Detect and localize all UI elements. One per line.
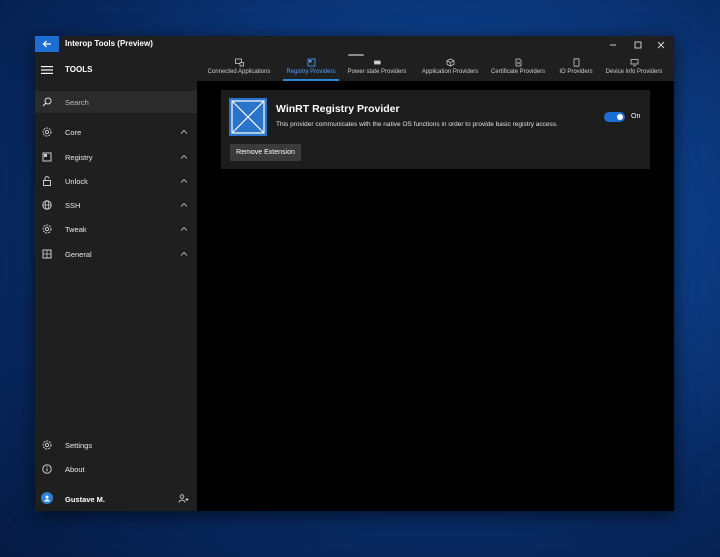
back-button[interactable] (35, 36, 59, 52)
tab-device-info-providers[interactable]: Device info Providers (605, 58, 663, 80)
chevron-up-icon[interactable] (179, 127, 189, 137)
sidebar-item-label: Core (65, 128, 82, 137)
title-bar: Interop Tools (Preview) (35, 36, 197, 52)
sidebar-item-label: General (65, 250, 92, 259)
tab-label: Registry Providers (286, 69, 336, 75)
connected-apps-icon (234, 58, 244, 67)
search-label: Search (65, 98, 89, 107)
minimize-icon[interactable] (607, 40, 619, 50)
tab-certificate-providers[interactable]: Certificate Providers (489, 58, 547, 80)
tab-label: Connected Applications (207, 69, 271, 75)
tab-label: Device info Providers (605, 69, 663, 75)
user-account[interactable]: Gustave M. (35, 488, 197, 510)
chevron-up-icon[interactable] (179, 224, 189, 234)
gear-icon (42, 440, 52, 450)
user-avatar-icon (44, 495, 50, 502)
sidebar-item-label: Registry (65, 153, 93, 162)
app-title: Interop Tools (Preview) (65, 39, 153, 48)
placeholder-image-icon (231, 100, 265, 134)
sidebar-item-unlock[interactable]: Unlock (35, 170, 197, 192)
tab-bar: Connected Applications Registry Provider… (197, 36, 674, 81)
provider-toggle[interactable] (604, 112, 625, 122)
tab-label: Certificate Providers (490, 69, 546, 75)
battery-icon (373, 60, 381, 65)
chevron-up-icon[interactable] (179, 200, 189, 210)
main-content: Connected Applications Registry Provider… (197, 36, 674, 511)
search-box[interactable]: Search (35, 91, 197, 113)
provider-title: WinRT Registry Provider (276, 103, 400, 115)
chevron-up-icon[interactable] (179, 176, 189, 186)
tab-power-state-providers[interactable]: Power state Providers (346, 58, 408, 80)
maximize-icon[interactable] (632, 40, 644, 50)
tab-connected-applications[interactable]: Connected Applications (207, 58, 271, 80)
back-arrow-icon (42, 40, 51, 48)
avatar (41, 492, 53, 504)
sidebar: Interop Tools (Preview) TOOLS Search Cor… (35, 36, 197, 511)
sidebar-item-core[interactable]: Core (35, 121, 197, 143)
sidebar-item-label: Tweak (65, 225, 87, 234)
provider-description: This provider communicates with the nati… (276, 121, 558, 128)
app-window: Interop Tools (Preview) TOOLS Search Cor… (35, 36, 674, 511)
toggle-state-label: On (631, 113, 641, 120)
tab-label: IO Providers (559, 69, 593, 75)
tab-label: Application Providers (421, 69, 479, 75)
user-name: Gustave M. (65, 495, 106, 504)
tab-registry-providers[interactable]: Registry Providers (283, 58, 339, 81)
registry-icon (42, 152, 52, 162)
chevron-up-icon[interactable] (179, 152, 189, 162)
gear-icon (42, 224, 52, 234)
lock-icon (43, 176, 51, 186)
sidebar-item-ssh[interactable]: SSH (35, 194, 197, 216)
chevron-up-icon[interactable] (179, 249, 189, 259)
sidebar-item-registry[interactable]: Registry (35, 146, 197, 168)
info-icon (42, 464, 52, 474)
grid-icon (42, 249, 52, 259)
tab-label: Power state Providers (347, 69, 407, 75)
sidebar-item-label: Settings (65, 441, 93, 450)
package-icon (446, 58, 454, 67)
search-icon (42, 97, 52, 107)
sidebar-item-settings[interactable]: Settings (35, 434, 197, 456)
globe-icon (42, 200, 52, 210)
sidebar-item-about[interactable]: About (35, 458, 197, 480)
sidebar-item-label: About (65, 465, 85, 474)
certificate-icon (515, 58, 521, 67)
device-icon (573, 58, 579, 67)
sidebar-item-label: Unlock (65, 177, 88, 186)
switch-user-icon[interactable] (178, 493, 189, 504)
toggle-knob (617, 114, 623, 120)
sidebar-item-tweak[interactable]: Tweak (35, 218, 197, 240)
close-icon[interactable] (655, 40, 667, 50)
drag-handle[interactable] (348, 54, 364, 56)
sidebar-header: TOOLS (65, 65, 93, 74)
tab-application-providers[interactable]: Application Providers (419, 58, 481, 80)
hamburger-menu-icon[interactable] (40, 63, 54, 77)
remove-extension-button[interactable]: Remove Extension (230, 144, 301, 161)
sidebar-item-general[interactable]: General (35, 243, 197, 265)
provider-card: WinRT Registry Provider This provider co… (221, 90, 650, 169)
gear-icon (42, 127, 52, 137)
monitor-icon (630, 59, 638, 67)
registry-icon (307, 58, 315, 67)
sidebar-item-label: SSH (65, 201, 81, 210)
provider-icon (229, 98, 267, 136)
tab-io-providers[interactable]: IO Providers (558, 58, 594, 80)
